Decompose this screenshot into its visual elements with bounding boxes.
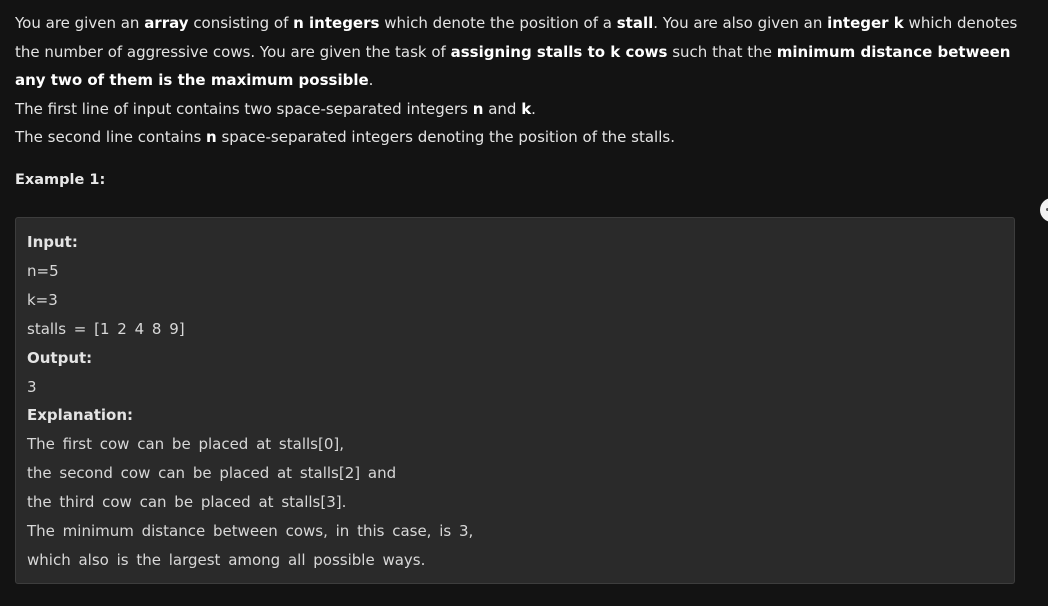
explanation-line: The first cow can be placed at stalls[0]… (27, 435, 344, 454)
panel-toggle-button[interactable] (1040, 198, 1048, 222)
description-text: such that the (667, 42, 777, 61)
description-bold: assigning stalls to k cows (450, 42, 668, 61)
description-bold: k (521, 99, 532, 118)
input-label: Input: (27, 233, 78, 251)
problem-description: You are given an array consisting of n i… (15, 9, 1025, 95)
output-value: 3 (27, 377, 37, 396)
description-text: space-separated integers denoting the po… (216, 128, 675, 146)
input-format-line-2: The second line contains n space-separat… (15, 123, 1025, 152)
explanation-line: which also is the largest among all poss… (27, 550, 426, 569)
description-text: The second line contains (15, 128, 207, 146)
description-text: You are given an (15, 14, 145, 32)
description-text: . You are also given an (653, 14, 828, 32)
description-text: . (368, 71, 374, 89)
description-bold: stall (616, 14, 654, 32)
description-bold: n (206, 128, 217, 146)
input-line: k=3 (27, 290, 58, 309)
description-text: The first line of input contains two spa… (15, 99, 473, 118)
input-line: n=5 (27, 261, 59, 280)
explanation-line: the second cow can be placed at stalls[2… (27, 464, 397, 483)
explanation-line: the third cow can be placed at stalls[3]… (27, 493, 347, 512)
explanation-label: Explanation: (27, 406, 134, 425)
description-bold: integer k (827, 14, 904, 32)
description-bold: n integers (293, 14, 380, 32)
input-format-line-1: The first line of input contains two spa… (15, 95, 1025, 124)
example-heading: Example 1: (15, 172, 106, 188)
explanation-line: The minimum distance between cows, in th… (27, 522, 474, 541)
problem-statement: You are given an array consisting of n i… (15, 9, 1025, 152)
description-bold: array (144, 14, 189, 32)
description-text: consisting of (188, 14, 294, 32)
description-text: . (531, 99, 536, 118)
example-content: Input: n=5 k=3 stalls = [1 2 4 8 9] Outp… (27, 228, 473, 575)
description-bold: n (472, 99, 484, 118)
output-label: Output: (27, 348, 93, 367)
problem-page: You are given an array consisting of n i… (0, 0, 1048, 606)
description-text: which denote the position of a (379, 14, 617, 32)
description-text: and (483, 99, 522, 118)
example-box: Input: n=5 k=3 stalls = [1 2 4 8 9] Outp… (15, 217, 1015, 584)
input-line: stalls = [1 2 4 8 9] (27, 319, 185, 338)
